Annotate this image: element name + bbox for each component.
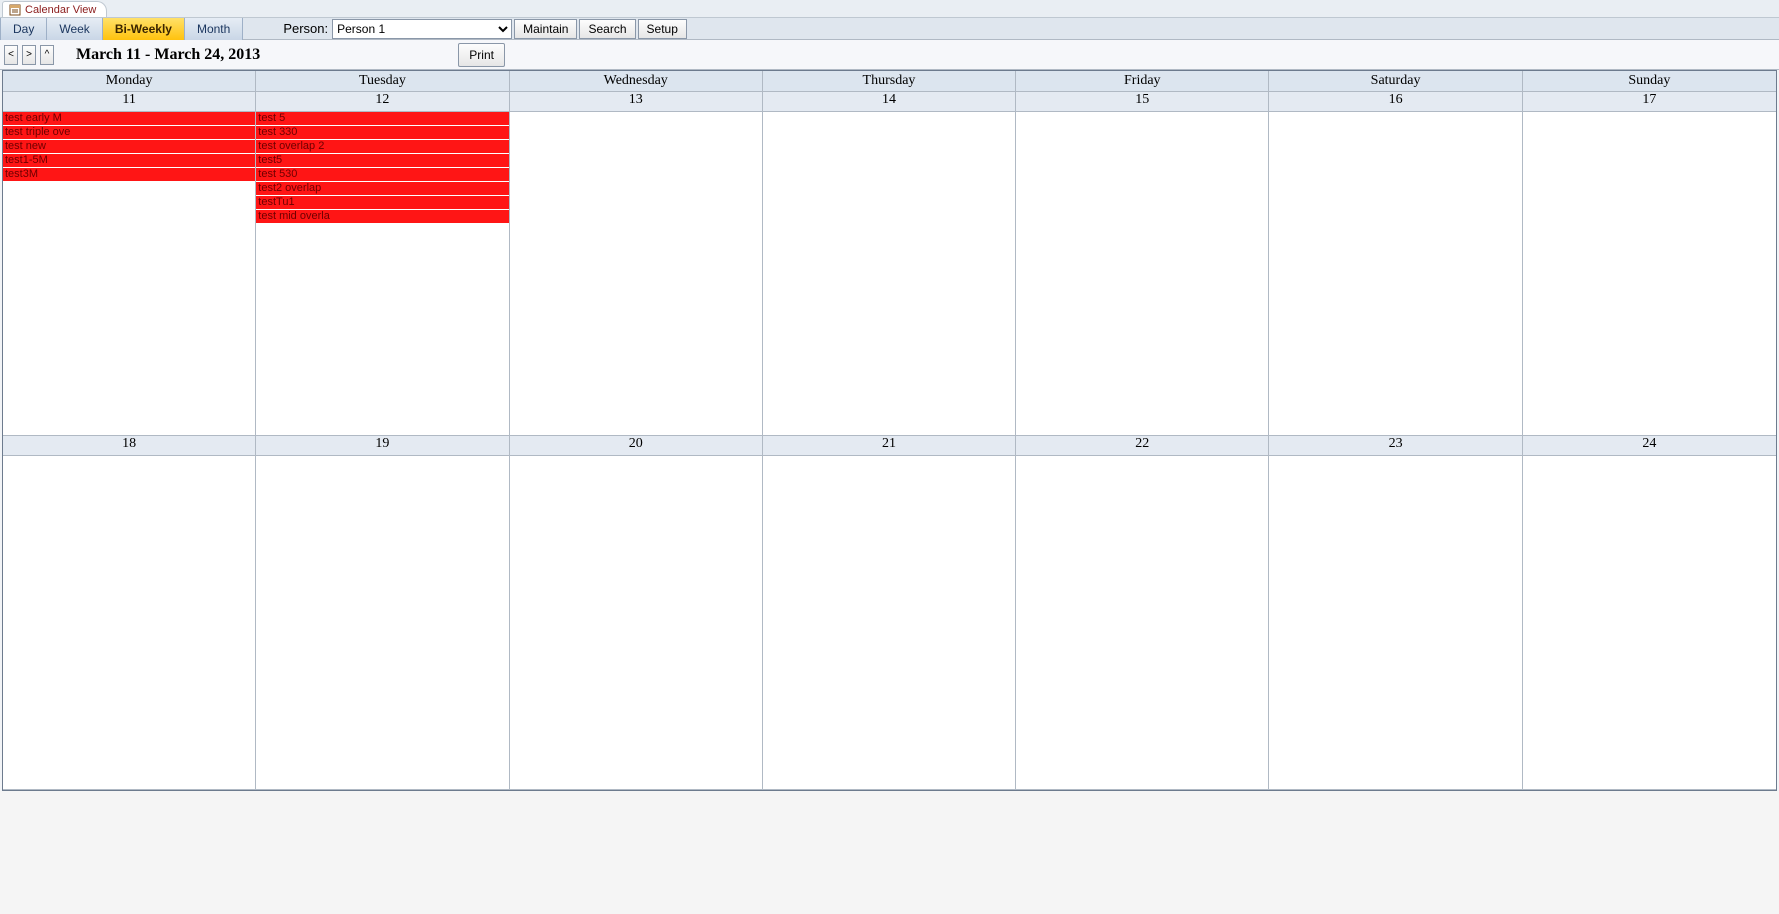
day-cell[interactable]: test early Mtest triple ovetest newtest1… — [3, 112, 256, 436]
day-cell[interactable] — [1269, 456, 1522, 790]
tab-label: Calendar View — [25, 4, 96, 16]
calendar-event[interactable]: test overlap 2 — [256, 140, 508, 154]
person-label: Person: — [273, 21, 332, 36]
day-cell[interactable] — [510, 456, 763, 790]
view-mode-group: DayWeekBi-WeeklyMonth — [0, 18, 243, 40]
date-number[interactable]: 23 — [1269, 436, 1522, 456]
day-cell[interactable]: test 5test 330test overlap 2test5test 53… — [256, 112, 509, 436]
date-number[interactable]: 13 — [510, 92, 763, 112]
date-number[interactable]: 24 — [1523, 436, 1776, 456]
date-number[interactable]: 14 — [763, 92, 1016, 112]
date-number[interactable]: 18 — [3, 436, 256, 456]
calendar-event[interactable]: test 330 — [256, 126, 508, 140]
week-row — [3, 456, 1776, 790]
setup-button[interactable]: Setup — [638, 19, 687, 39]
calendar-event[interactable]: test new — [3, 140, 255, 154]
maintain-button[interactable]: Maintain — [514, 19, 577, 39]
calendar-event[interactable]: testTu1 — [256, 196, 508, 210]
date-number[interactable]: 20 — [510, 436, 763, 456]
calendar-event[interactable]: test 5 — [256, 112, 508, 126]
calendar-grid: MondayTuesdayWednesdayThursdayFridaySatu… — [2, 70, 1777, 791]
tab-calendar-view[interactable]: Calendar View — [2, 1, 107, 17]
day-cell[interactable] — [256, 456, 509, 790]
up-button[interactable]: ^ — [40, 45, 54, 65]
view-mode-day[interactable]: Day — [0, 18, 47, 40]
date-range-title: March 11 - March 24, 2013 — [76, 46, 260, 64]
calendar-event[interactable]: test 530 — [256, 168, 508, 182]
date-row: 11121314151617 — [3, 92, 1776, 112]
date-number[interactable]: 19 — [256, 436, 509, 456]
view-mode-toolbar: DayWeekBi-WeeklyMonth Person: Person 1 M… — [0, 18, 1779, 40]
day-header: Friday — [1016, 71, 1269, 92]
day-header: Sunday — [1523, 71, 1776, 92]
calendar-event[interactable]: test3M — [3, 168, 255, 182]
day-header-row: MondayTuesdayWednesdayThursdayFridaySatu… — [3, 71, 1776, 92]
calendar-event[interactable]: test1-5M — [3, 154, 255, 168]
search-button[interactable]: Search — [579, 19, 635, 39]
day-cell[interactable] — [1523, 456, 1776, 790]
view-mode-week[interactable]: Week — [47, 18, 102, 40]
day-cell[interactable] — [1016, 112, 1269, 436]
day-cell[interactable] — [763, 112, 1016, 436]
calendar-event[interactable]: test mid overla — [256, 210, 508, 224]
prev-button[interactable]: < — [4, 45, 18, 65]
day-cell[interactable] — [1016, 456, 1269, 790]
title-row: < > ^ March 11 - March 24, 2013 Print — [0, 40, 1779, 70]
date-number[interactable]: 11 — [3, 92, 256, 112]
day-cell[interactable] — [763, 456, 1016, 790]
day-header: Tuesday — [256, 71, 509, 92]
date-number[interactable]: 16 — [1269, 92, 1522, 112]
person-select[interactable]: Person 1 — [332, 19, 512, 39]
date-number[interactable]: 12 — [256, 92, 509, 112]
calendar-event[interactable]: test2 overlap — [256, 182, 508, 196]
view-mode-bi-weekly[interactable]: Bi-Weekly — [103, 18, 185, 40]
day-cell[interactable] — [3, 456, 256, 790]
calendar-event[interactable]: test triple ove — [3, 126, 255, 140]
day-header: Thursday — [763, 71, 1016, 92]
print-button[interactable]: Print — [458, 43, 505, 67]
next-button[interactable]: > — [22, 45, 36, 65]
date-row: 18192021222324 — [3, 436, 1776, 456]
date-number[interactable]: 22 — [1016, 436, 1269, 456]
date-number[interactable]: 21 — [763, 436, 1016, 456]
day-cell[interactable] — [1269, 112, 1522, 436]
day-header: Wednesday — [510, 71, 763, 92]
calendar-event[interactable]: test5 — [256, 154, 508, 168]
view-mode-month[interactable]: Month — [185, 18, 243, 40]
day-header: Monday — [3, 71, 256, 92]
calendar-event[interactable]: test early M — [3, 112, 255, 126]
window-tab-bar: Calendar View — [0, 0, 1779, 18]
day-header: Saturday — [1269, 71, 1522, 92]
form-icon — [9, 4, 21, 16]
day-cell[interactable] — [1523, 112, 1776, 436]
day-cell[interactable] — [510, 112, 763, 436]
date-number[interactable]: 15 — [1016, 92, 1269, 112]
date-number[interactable]: 17 — [1523, 92, 1776, 112]
week-row: test early Mtest triple ovetest newtest1… — [3, 112, 1776, 436]
